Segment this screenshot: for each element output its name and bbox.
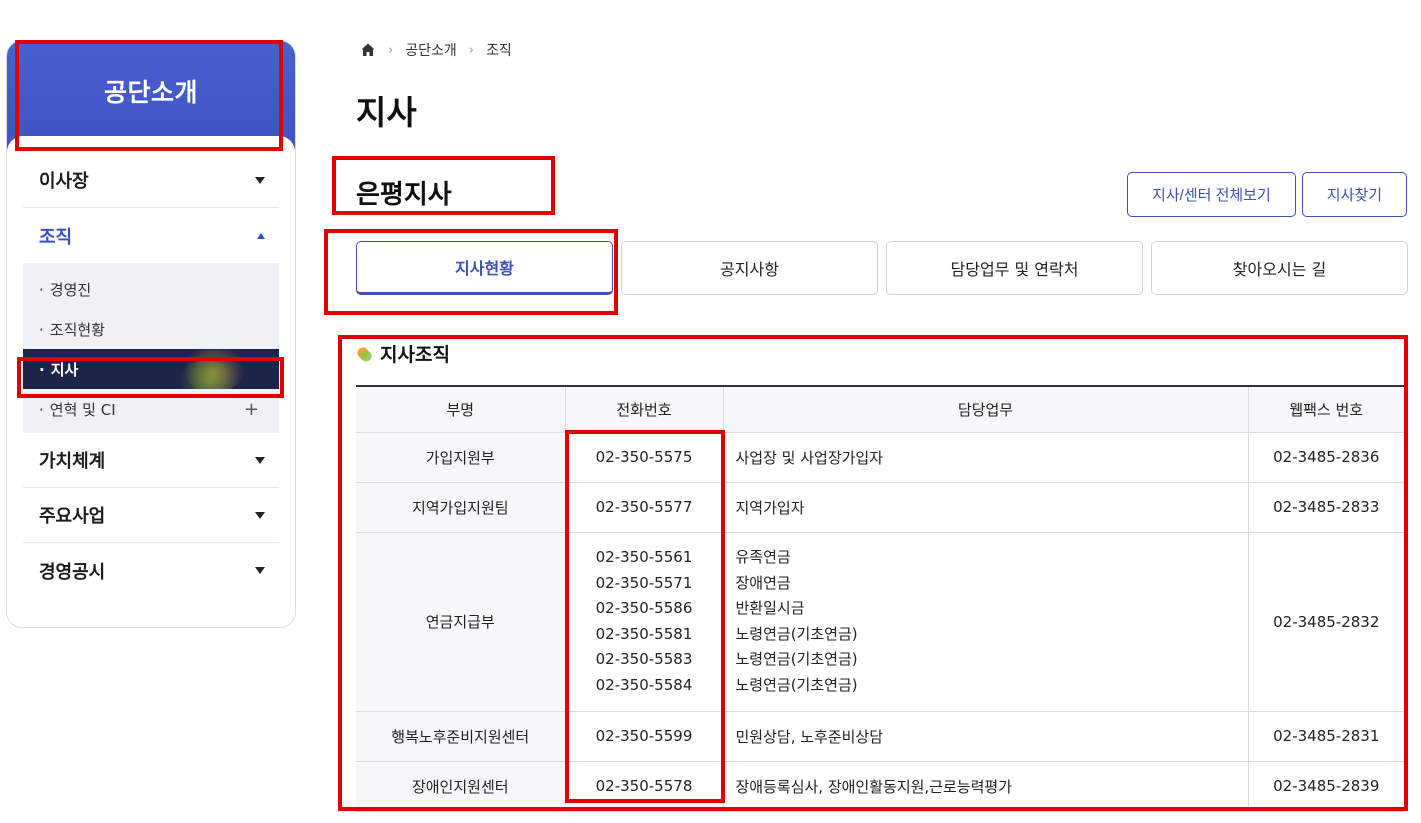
tel-line: 02-350-5561 xyxy=(595,548,693,566)
column-header: 부명 xyxy=(356,385,565,433)
section-title-label: 지사조직 xyxy=(380,344,450,366)
caret-up-icon xyxy=(257,232,265,239)
tab-bar: 지사현황 공지사항 담당업무 및 연락처 찾아오시는 길 xyxy=(356,241,1408,295)
submenu-item-history-ci[interactable]: · 연혁 및 CI + xyxy=(23,389,279,429)
sidebar-item-label: 이사장 xyxy=(39,171,89,192)
duty-cell: 유족연금 장애연금 반환일시금 노령연금(기초연금) 노령연금(기초연금) 노령… xyxy=(722,532,1248,712)
caret-down-icon xyxy=(255,511,265,519)
home-icon[interactable] xyxy=(360,42,376,58)
fax-cell: 02-3485-2833 xyxy=(1247,482,1404,533)
caret-down-icon xyxy=(255,456,265,464)
bullet: · xyxy=(39,360,45,379)
chevron-right-icon: › xyxy=(468,42,474,58)
duty-line: 장애연금 xyxy=(735,573,791,592)
sidebar-submenu: · 경영진 · 조직현황 · 지사 · 연혁 및 CI + xyxy=(23,263,279,433)
sidebar-item-main-business[interactable]: 주요사업 xyxy=(23,488,279,543)
duty-line: 노령연금(기초연금) xyxy=(735,624,858,643)
duty-line: 유족연금 xyxy=(735,548,791,566)
tab-branch-status[interactable]: 지사현황 xyxy=(356,241,613,295)
submenu-item-label: 경영진 xyxy=(49,280,92,299)
section-dot-icon xyxy=(357,347,372,361)
table-row: 연금지급부 02-350-5561 02-350-5571 02-350-558… xyxy=(356,532,1404,712)
tel-cell: 02-350-5561 02-350-5571 02-350-5586 02-3… xyxy=(564,532,723,712)
fax-cell: 02-3485-2832 xyxy=(1247,532,1404,712)
duty-cell: 사업장 및 사업장가입자 xyxy=(722,432,1248,483)
sidebar-title: 공단소개 xyxy=(103,78,198,107)
tel-line: 02-350-5586 xyxy=(595,599,693,617)
column-header: 담당업무 xyxy=(722,385,1248,433)
sidebar-menu: 이사장 조직 · 경영진 · 조직현황 · 지사 · 연혁 및 CI + 가치체계 xyxy=(7,153,295,598)
breadcrumb-item[interactable]: 조직 xyxy=(486,40,512,60)
tel-cell: 02-350-5599 xyxy=(564,711,723,762)
tab-notices[interactable]: 공지사항 xyxy=(621,241,878,295)
table-row: 지역가입지원팀 02-350-5577 지역가입자 02-3485-2833 xyxy=(356,482,1404,533)
column-header: 전화번호 xyxy=(564,385,723,433)
fax-cell: 02-3485-2836 xyxy=(1247,432,1404,483)
sidebar-item-chairman[interactable]: 이사장 xyxy=(23,153,279,208)
tel-line: 02-350-5584 xyxy=(595,675,693,694)
branch-org-table: 부명 전화번호 담당업무 웹팩스 번호 가입지원부 02-350-5575 사업… xyxy=(356,385,1404,812)
duty-line: 노령연금(기초연금) xyxy=(735,650,858,668)
section-title: 지사조직 xyxy=(356,340,450,367)
submenu-item-branches[interactable]: · 지사 xyxy=(23,349,279,389)
submenu-item-label: 연혁 및 CI xyxy=(49,400,116,419)
all-branches-button[interactable]: 지사/센터 전체보기 xyxy=(1127,172,1296,217)
table-header-row: 부명 전화번호 담당업무 웹팩스 번호 xyxy=(356,385,1404,433)
find-branch-button[interactable]: 지사찾기 xyxy=(1301,172,1407,217)
dept-cell: 지역가입지원팀 xyxy=(356,482,565,533)
caret-down-icon xyxy=(255,567,265,574)
tel-cell: 02-350-5578 xyxy=(564,761,723,812)
sidebar-item-label: 주요사업 xyxy=(39,506,106,527)
tab-duties-contacts[interactable]: 담당업무 및 연락처 xyxy=(886,241,1143,295)
bullet: · xyxy=(39,280,44,299)
dept-cell: 연금지급부 xyxy=(356,532,565,712)
duty-line: 노령연금(기초연금) xyxy=(735,675,858,694)
sidebar-item-label: 가치체계 xyxy=(39,451,106,472)
tel-cell: 02-350-5577 xyxy=(564,482,723,533)
submenu-item-label: 조직현황 xyxy=(49,320,105,339)
sidebar-header: 공단소개 xyxy=(7,41,295,154)
sidebar: 공단소개 이사장 조직 · 경영진 · 조직현황 · 지사 · 연혁 및 CI + xyxy=(6,40,296,628)
page-title: 지사 xyxy=(356,93,417,132)
bullet: · xyxy=(39,400,44,419)
sidebar-item-disclosure[interactable]: 경영공시 xyxy=(23,543,279,598)
tel-line: 02-350-5583 xyxy=(595,650,693,668)
duty-cell: 민원상담, 노후준비상담 xyxy=(722,711,1248,762)
dept-cell: 행복노후준비지원센터 xyxy=(356,711,565,762)
breadcrumb-item[interactable]: 공단소개 xyxy=(405,40,457,60)
dept-cell: 가입지원부 xyxy=(356,432,565,483)
bullet: · xyxy=(39,320,44,339)
sidebar-item-label: 조직 xyxy=(39,226,73,248)
column-header: 웹팩스 번호 xyxy=(1247,385,1404,433)
sidebar-item-organization[interactable]: 조직 xyxy=(23,208,279,263)
sidebar-item-values[interactable]: 가치체계 xyxy=(23,433,279,488)
tel-cell: 02-350-5575 xyxy=(564,432,723,483)
fax-cell: 02-3485-2831 xyxy=(1247,711,1404,762)
tel-line: 02-350-5571 xyxy=(595,573,693,592)
tel-line: 02-350-5581 xyxy=(595,624,693,643)
duty-cell: 장애등록심사, 장애인활동지원,근로능력평가 xyxy=(722,761,1248,812)
submenu-item-label: 지사 xyxy=(50,360,79,379)
top-buttons: 지사/센터 전체보기 지사찾기 xyxy=(1127,172,1407,217)
branch-title: 은평지사 xyxy=(356,180,452,210)
breadcrumb: › 공단소개 › 조직 xyxy=(360,40,512,60)
submenu-item-org-status[interactable]: · 조직현황 xyxy=(23,309,279,349)
submenu-item-executives[interactable]: · 경영진 xyxy=(23,269,279,309)
chevron-right-icon: › xyxy=(388,42,394,58)
table-row: 장애인지원센터 02-350-5578 장애등록심사, 장애인활동지원,근로능력… xyxy=(356,761,1404,812)
sidebar-item-label: 경영공시 xyxy=(39,561,106,583)
table-row: 행복노후준비지원센터 02-350-5599 민원상담, 노후준비상담 02-3… xyxy=(356,711,1404,762)
duty-cell: 지역가입자 xyxy=(722,482,1248,533)
dept-cell: 장애인지원센터 xyxy=(356,761,565,812)
tab-directions[interactable]: 찾아오시는 길 xyxy=(1151,241,1408,295)
fax-cell: 02-3485-2839 xyxy=(1247,761,1404,812)
table-row: 가입지원부 02-350-5575 사업장 및 사업장가입자 02-3485-2… xyxy=(356,432,1404,483)
duty-line: 반환일시금 xyxy=(735,599,805,617)
plus-icon: + xyxy=(243,398,259,420)
caret-down-icon xyxy=(255,176,265,184)
